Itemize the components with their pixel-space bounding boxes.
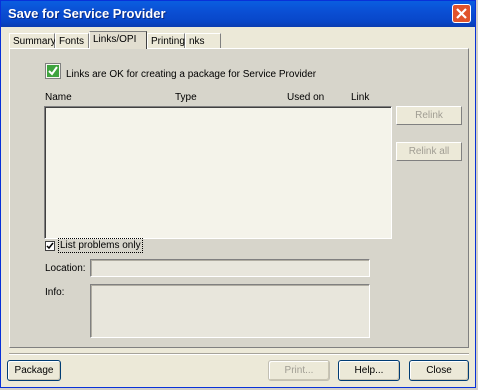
window-title: Save for Service Provider	[8, 6, 166, 21]
links-list[interactable]	[44, 106, 392, 239]
list-problems-checkbox[interactable]	[45, 241, 55, 251]
footer-divider	[9, 353, 469, 355]
location-label: Location:	[45, 263, 86, 274]
info-field	[90, 284, 370, 338]
check-icon	[47, 65, 59, 77]
column-type[interactable]: Type	[175, 92, 197, 103]
close-button[interactable]: Close	[409, 360, 469, 381]
list-problems-label: List problems only	[58, 238, 143, 253]
tab-links-opi[interactable]: Links/OPI	[89, 31, 147, 49]
column-link[interactable]: Link	[351, 92, 369, 103]
links-panel: Links are OK for creating a package for …	[9, 48, 469, 348]
print-button[interactable]: Print...	[268, 360, 330, 381]
title-bar[interactable]: Save for Service Provider	[1, 1, 475, 27]
close-icon[interactable]	[452, 4, 471, 23]
package-button[interactable]: Package	[7, 360, 61, 381]
relink-button[interactable]: Relink	[396, 106, 462, 125]
tab-inks[interactable]: nks	[185, 33, 221, 48]
tab-printing[interactable]: Printing	[147, 33, 185, 48]
tab-summary[interactable]: Summary	[9, 33, 56, 48]
links-ok-label: Links are OK for creating a package for …	[66, 69, 317, 80]
help-button[interactable]: Help...	[338, 360, 400, 381]
column-used-on[interactable]: Used on	[287, 92, 324, 103]
tab-fonts[interactable]: Fonts	[55, 33, 89, 48]
relink-all-button[interactable]: Relink all	[396, 142, 462, 161]
column-name[interactable]: Name	[45, 92, 72, 103]
links-ok-checkbox[interactable]	[45, 63, 61, 79]
dialog-window: Save for Service Provider Summary Fonts …	[0, 0, 476, 388]
location-field	[90, 259, 370, 277]
info-label: Info:	[45, 287, 65, 298]
